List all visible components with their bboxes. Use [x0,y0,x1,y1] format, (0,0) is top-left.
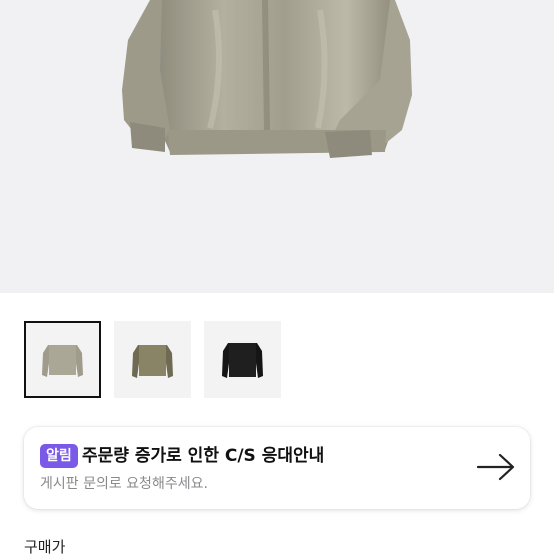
product-main-image[interactable] [0,0,554,293]
sweater-thumb-image [42,345,83,377]
sweater-illustration [122,0,412,158]
notice-subtitle: 게시판 문의로 요청해주세요. [40,476,208,492]
thumbnail-olive-khaki[interactable] [114,321,191,398]
price-label: 구매가 [24,538,66,556]
thumbnail-strip [0,293,554,413]
notice-card[interactable]: 알림 주문량 증가로 인한 C/S 응대안내 게시판 문의로 요청해주세요. [24,427,530,509]
thumbnail-black[interactable] [204,321,281,398]
sweater-thumb-image [132,345,173,378]
sweater-thumb-image [222,343,263,378]
notice-badge: 알림 [40,444,78,468]
arrow-right-icon[interactable] [476,451,516,483]
notice-title: 주문량 증가로 인한 C/S 응대안내 [82,446,325,466]
thumbnail-sand-gray[interactable] [24,321,101,398]
